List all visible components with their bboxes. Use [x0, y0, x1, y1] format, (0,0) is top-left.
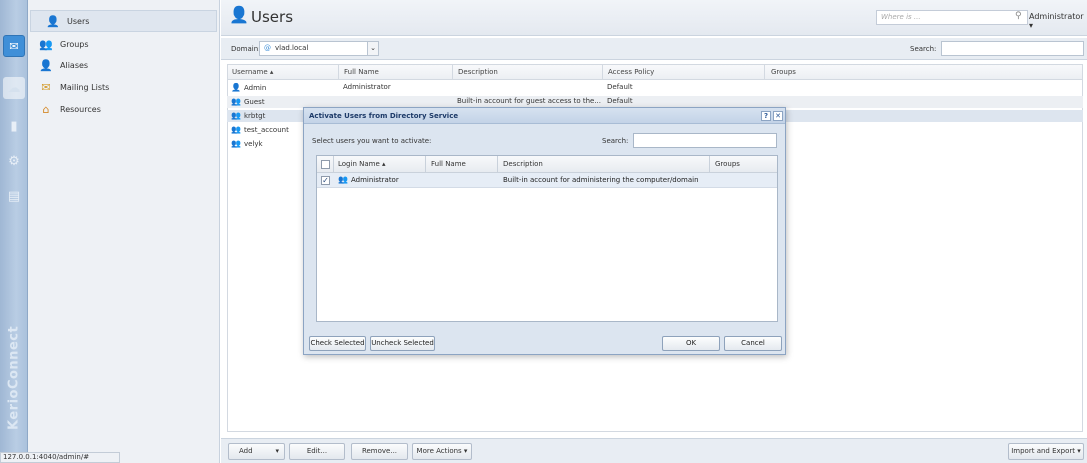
cell-description: Built-in account for administering the c…: [503, 176, 699, 184]
user-icon: 👤: [46, 14, 60, 28]
select-all-checkbox[interactable]: [321, 160, 330, 169]
app-rail: ✉ ☁ ▮ ⚙ ▤ KerioConnect: [0, 0, 28, 463]
dialog-search-label: Search:: [602, 137, 629, 145]
column-divider[interactable]: [452, 65, 453, 80]
domain-at-icon: @: [264, 44, 271, 52]
mailing-list-icon: ✉: [41, 81, 51, 94]
sidebar-item-resources[interactable]: ⌂ Resources: [38, 100, 215, 119]
search-icon[interactable]: ⚲: [1015, 11, 1022, 21]
remove-button[interactable]: Remove...: [351, 443, 408, 460]
row-checkbox[interactable]: ✓: [321, 176, 330, 185]
column-divider[interactable]: [425, 156, 426, 173]
group-icon: 👥: [39, 38, 53, 51]
bottom-toolbar: Add ▾ Edit... Remove... More Actions ▾ I…: [221, 438, 1087, 463]
domain-value: vlad.local: [275, 44, 309, 52]
cell-username: test_account: [244, 126, 289, 134]
table-row[interactable]: ✓ 👥 Administrator Built-in account for a…: [317, 173, 777, 188]
sidebar-item-groups[interactable]: 👥 Groups: [38, 35, 215, 54]
cell-username: krbtgt: [244, 112, 266, 120]
column-full-name[interactable]: Full Name: [344, 68, 379, 76]
user-icon: 👤: [231, 83, 241, 92]
sidebar-item-label: Groups: [60, 40, 89, 49]
resource-icon: ⌂: [42, 103, 50, 116]
cell-username: Guest: [244, 98, 265, 106]
column-divider[interactable]: [602, 65, 603, 80]
column-description[interactable]: Description: [458, 68, 498, 76]
logs-icon[interactable]: ▤: [3, 185, 25, 207]
users-title-icon: 👤: [229, 5, 249, 24]
sidebar-item-label: Users: [67, 16, 90, 26]
more-actions-button[interactable]: More Actions ▾: [412, 443, 472, 460]
chevron-down-icon[interactable]: ⌄: [367, 41, 379, 56]
check-selected-button[interactable]: Check Selected: [309, 336, 366, 351]
column-description[interactable]: Description: [503, 160, 543, 168]
domain-user-icon: 👥: [231, 111, 241, 120]
column-divider[interactable]: [709, 156, 710, 173]
import-export-button[interactable]: Import and Export ▾: [1008, 443, 1084, 460]
edit-button[interactable]: Edit...: [289, 443, 345, 460]
sidebar-item-users[interactable]: 👤 Users: [30, 10, 217, 32]
chevron-down-icon: ▾: [275, 447, 279, 455]
settings-gear-icon[interactable]: ⚙: [3, 150, 25, 172]
domain-select[interactable]: @ vlad.local ⌄: [259, 41, 379, 56]
sidebar-item-aliases[interactable]: 👤 Aliases: [38, 56, 215, 75]
dialog-title: Activate Users from Directory Service: [309, 112, 459, 120]
sidebar-item-label: Resources: [60, 105, 101, 114]
cell-full-name: Administrator: [343, 83, 391, 91]
domain-user-icon: 👥: [338, 175, 348, 184]
cell-username: Admin: [244, 84, 267, 92]
directory-users-table: Login Name ▴ Full Name Description Group…: [316, 155, 778, 322]
add-button-label: Add: [239, 447, 253, 455]
column-divider[interactable]: [333, 156, 334, 173]
domain-user-icon: 👥: [231, 97, 241, 106]
alias-icon: 👤: [39, 59, 53, 72]
cell-login-name: Administrator: [351, 176, 399, 184]
cell-access-policy: Default: [607, 83, 633, 91]
column-divider[interactable]: [764, 65, 765, 80]
sidebar: 👤 Users 👥 Groups 👤 Aliases ✉ Mailing Lis…: [28, 0, 220, 463]
brand-logo: KerioConnect: [6, 325, 22, 431]
domain-user-icon: 👥: [231, 125, 241, 134]
column-username[interactable]: Username ▴: [232, 68, 273, 76]
close-icon[interactable]: ✕: [773, 111, 783, 121]
sidebar-item-mailing-lists[interactable]: ✉ Mailing Lists: [38, 78, 215, 97]
where-is-search-input[interactable]: Where is ...: [876, 10, 1028, 25]
directory-table-header: Login Name ▴ Full Name Description Group…: [317, 156, 777, 173]
table-row[interactable]: 👤 Admin Administrator Default: [227, 82, 1083, 94]
uncheck-selected-button[interactable]: Uncheck Selected: [370, 336, 435, 351]
column-groups[interactable]: Groups: [771, 68, 796, 76]
column-divider[interactable]: [497, 156, 498, 173]
ok-button[interactable]: OK: [662, 336, 720, 351]
activate-users-dialog: Activate Users from Directory Service ? …: [303, 107, 786, 355]
domain-toolbar: Domain: @ vlad.local ⌄ Search:: [221, 38, 1087, 60]
cell-access-policy: Default: [607, 97, 633, 105]
cell-description: Built-in account for guest access to the…: [457, 97, 601, 105]
user-menu[interactable]: Administrator ▾: [1029, 12, 1087, 30]
search-input[interactable]: [941, 41, 1084, 56]
sidebar-item-label: Mailing Lists: [60, 83, 110, 92]
column-groups[interactable]: Groups: [715, 160, 740, 168]
dialog-search-input[interactable]: [633, 133, 777, 148]
status-bar-url: 127.0.0.1:4040/admin/#: [0, 452, 120, 463]
column-access-policy[interactable]: Access Policy: [608, 68, 654, 76]
header-bar: 👤 Users Where is ... ⚲ Administrator ▾: [221, 0, 1087, 36]
dialog-title-bar[interactable]: Activate Users from Directory Service ? …: [304, 108, 785, 124]
mail-icon[interactable]: ✉: [3, 35, 25, 57]
cell-username: velyk: [244, 140, 263, 148]
column-login-name[interactable]: Login Name ▴: [338, 160, 386, 168]
help-icon[interactable]: ?: [761, 111, 771, 121]
sidebar-item-label: Aliases: [60, 61, 89, 70]
domain-label: Domain:: [231, 45, 261, 53]
accounts-icon[interactable]: ☁: [3, 77, 25, 99]
add-button[interactable]: Add ▾: [228, 443, 285, 460]
statistics-icon[interactable]: ▮: [3, 115, 25, 137]
dialog-prompt: Select users you want to activate:: [312, 137, 432, 145]
domain-user-icon: 👥: [231, 139, 241, 148]
column-full-name[interactable]: Full Name: [431, 160, 466, 168]
page-title: Users: [251, 8, 294, 26]
search-label: Search:: [910, 45, 937, 53]
users-table-header: Username ▴ Full Name Description Access …: [227, 64, 1083, 80]
column-divider[interactable]: [338, 65, 339, 80]
cancel-button[interactable]: Cancel: [724, 336, 782, 351]
